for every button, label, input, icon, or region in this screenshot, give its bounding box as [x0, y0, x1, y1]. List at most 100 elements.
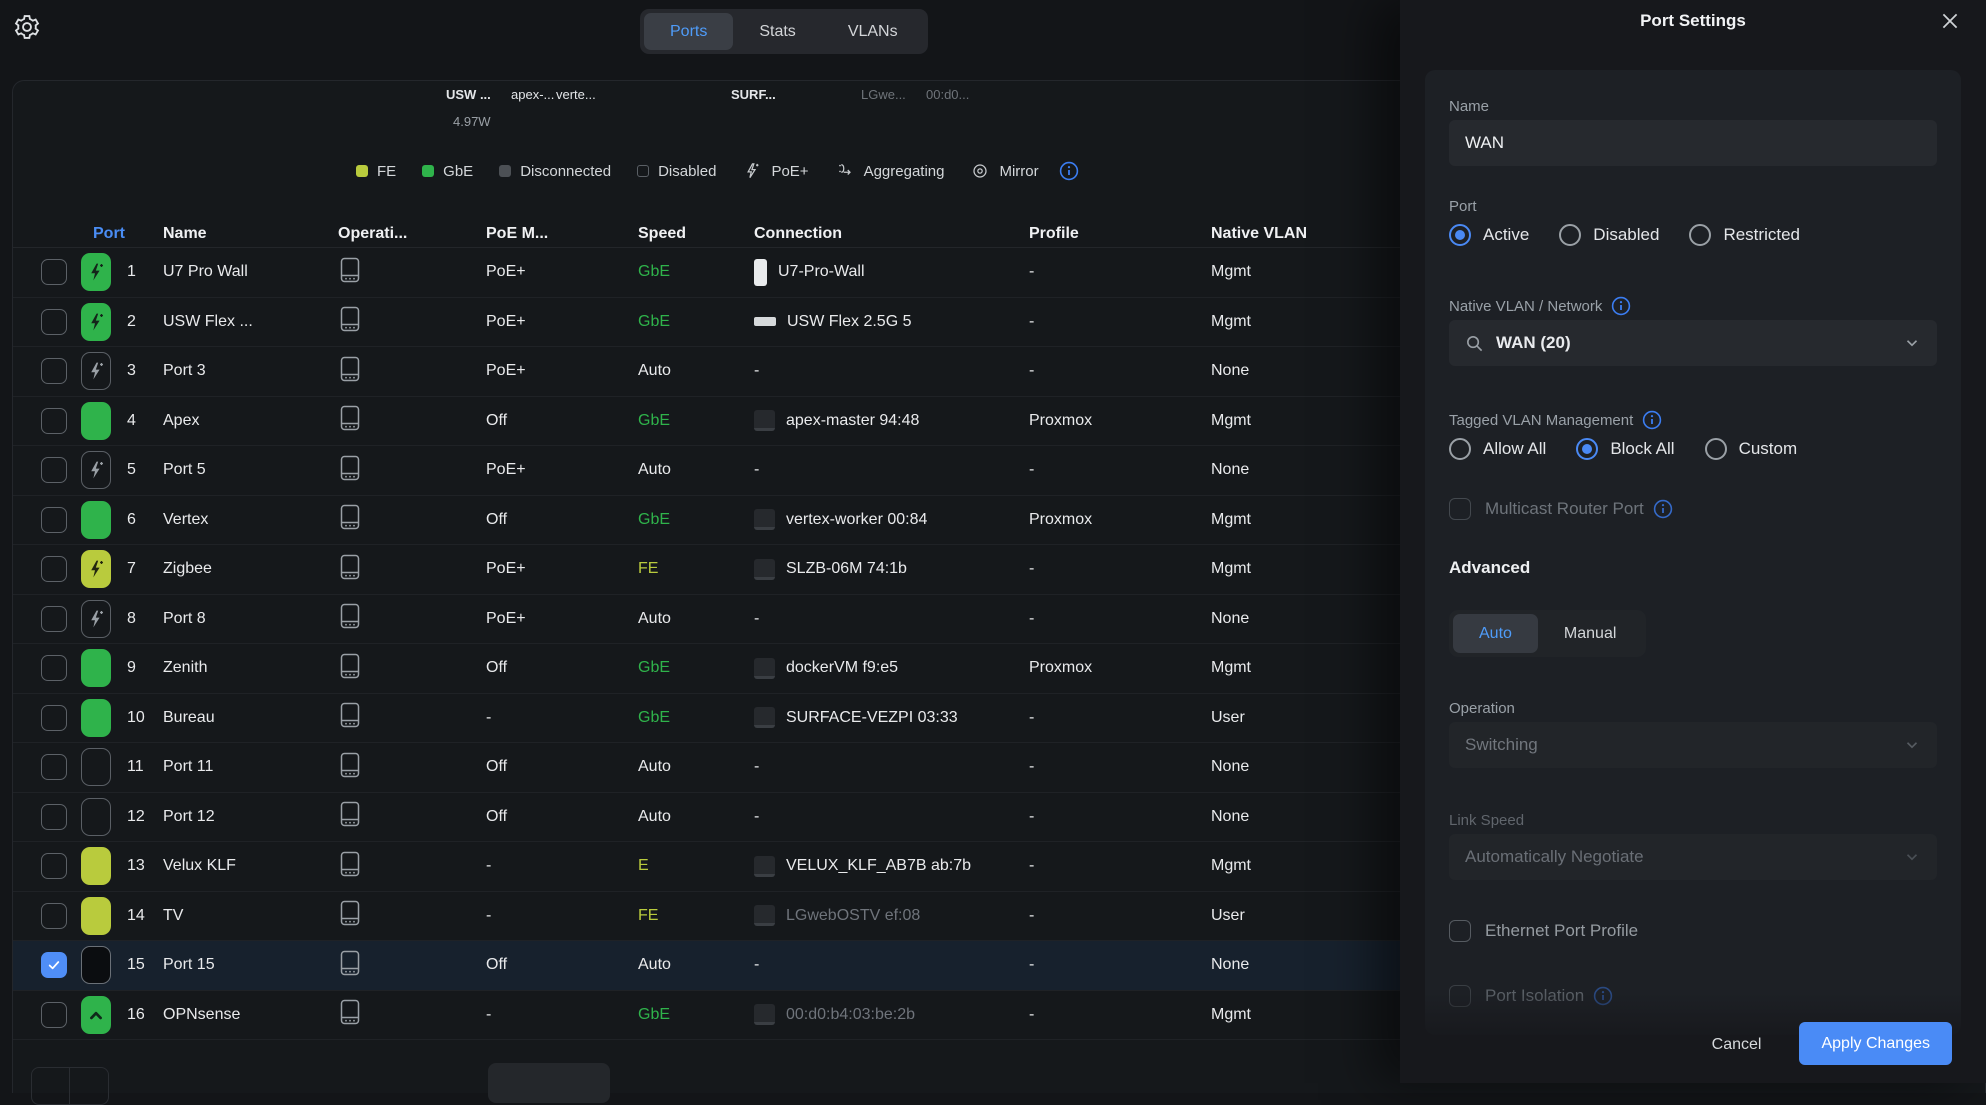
profile-value: -: [1029, 313, 1211, 331]
name-label: Name: [1449, 98, 1489, 115]
port-number: 13: [127, 857, 163, 875]
row-checkbox[interactable]: [41, 1002, 67, 1028]
row-checkbox[interactable]: [41, 952, 67, 978]
row-checkbox[interactable]: [41, 655, 67, 681]
poe-bolt-icon: [742, 161, 762, 181]
native-vlan-select[interactable]: WAN (20): [1449, 320, 1937, 366]
connection-cell: USW Flex 2.5G 5: [754, 313, 1029, 331]
radio-dot: [1449, 224, 1471, 246]
row-checkbox[interactable]: [41, 259, 67, 285]
row-checkbox[interactable]: [41, 705, 67, 731]
row-checkbox[interactable]: [41, 606, 67, 632]
switch-device-icon: [338, 602, 362, 630]
mode-auto[interactable]: Auto: [1453, 614, 1538, 653]
radio-label: Block All: [1610, 439, 1674, 459]
info-icon[interactable]: [1611, 296, 1631, 316]
column-header-port[interactable]: Port: [81, 225, 163, 243]
multicast-router-port-checkbox[interactable]: Multicast Router Port: [1449, 498, 1673, 520]
connected-device-icon: [754, 905, 775, 926]
column-header-connection[interactable]: Connection: [754, 225, 1029, 243]
port-status-icon: [81, 402, 111, 440]
device-label: SURF...: [731, 87, 776, 102]
legend-label: PoE+: [771, 163, 808, 180]
row-checkbox[interactable]: [41, 358, 67, 384]
legend-swatch-outline: [637, 165, 649, 177]
radio-disabled[interactable]: Disabled: [1559, 224, 1659, 246]
radio-label: Restricted: [1723, 225, 1800, 245]
column-header-poe-mode[interactable]: PoE M...: [486, 225, 638, 243]
gear-icon: [13, 13, 41, 41]
legend-item-disconnected: Disconnected: [499, 163, 611, 180]
port-status-icon: [81, 847, 111, 885]
poe-mode-value: Off: [486, 758, 638, 776]
port-number: 5: [127, 461, 163, 479]
connected-device-icon: [754, 559, 775, 580]
port-status-icon: [81, 996, 111, 1034]
legend-item-poe+: PoE+: [742, 161, 808, 181]
row-checkbox[interactable]: [41, 408, 67, 434]
row-checkbox[interactable]: [41, 804, 67, 830]
radio-restricted[interactable]: Restricted: [1689, 224, 1800, 246]
radio-allow-all[interactable]: Allow All: [1449, 438, 1546, 460]
port-name-input[interactable]: [1449, 120, 1937, 166]
legend-item-fe: FE: [356, 163, 396, 180]
column-header-operation[interactable]: Operati...: [338, 225, 486, 243]
legend-item-aggregating: Aggregating: [835, 161, 945, 181]
legend-label: Aggregating: [864, 163, 945, 180]
switch-device-icon: [338, 701, 362, 729]
pagination-next-button[interactable]: [70, 1067, 109, 1105]
poe-mode-value: Off: [486, 808, 638, 826]
radio-dot: [1705, 438, 1727, 460]
port-name: USW Flex ...: [163, 313, 338, 331]
profile-value: -: [1029, 1006, 1211, 1024]
mode-manual[interactable]: Manual: [1538, 614, 1642, 653]
column-header-name[interactable]: Name: [163, 225, 338, 243]
radio-block-all[interactable]: Block All: [1576, 438, 1674, 460]
apply-changes-button[interactable]: Apply Changes: [1799, 1022, 1952, 1065]
tab-vlans[interactable]: VLANs: [822, 13, 924, 50]
port-status-icon: [81, 748, 111, 786]
checkbox: [1449, 498, 1471, 520]
port-legend: FEGbEDisconnectedDisabledPoE+Aggregating…: [356, 157, 1079, 185]
close-icon[interactable]: [1938, 10, 1962, 34]
row-checkbox[interactable]: [41, 903, 67, 929]
poe-mode-value: PoE+: [486, 610, 638, 628]
radio-dot: [1559, 224, 1581, 246]
cancel-button[interactable]: Cancel: [1712, 1036, 1762, 1065]
pagination-size-button[interactable]: [488, 1063, 610, 1103]
port-speed-value: GbE: [638, 511, 754, 529]
profile-value: -: [1029, 461, 1211, 479]
row-checkbox[interactable]: [41, 457, 67, 483]
pagination-prev-button[interactable]: [31, 1067, 70, 1105]
switch-device-icon: [338, 652, 362, 680]
tab-stats[interactable]: Stats: [733, 13, 821, 50]
tab-ports[interactable]: Ports: [644, 13, 733, 50]
connection-name: -: [754, 610, 759, 628]
operation-select[interactable]: Switching: [1449, 722, 1937, 768]
settings-gear-icon[interactable]: [13, 13, 41, 41]
row-checkbox[interactable]: [41, 507, 67, 533]
row-checkbox[interactable]: [41, 853, 67, 879]
legend-label: Disabled: [658, 163, 716, 180]
native-vlan-label: Native VLAN / Network: [1449, 296, 1631, 316]
connection-name: -: [754, 808, 759, 826]
row-checkbox[interactable]: [41, 309, 67, 335]
port-number: 6: [127, 511, 163, 529]
aggregating-icon: [835, 161, 855, 181]
ethernet-profile-label: Ethernet Port Profile: [1485, 921, 1638, 941]
column-header-speed[interactable]: Speed: [638, 225, 754, 243]
radio-custom[interactable]: Custom: [1705, 438, 1798, 460]
link-speed-select[interactable]: Automatically Negotiate: [1449, 834, 1937, 880]
switch-device-icon: [338, 503, 362, 531]
row-checkbox[interactable]: [41, 754, 67, 780]
radio-active[interactable]: Active: [1449, 224, 1529, 246]
info-icon[interactable]: [1653, 499, 1673, 519]
ethernet-port-profile-checkbox[interactable]: Ethernet Port Profile: [1449, 920, 1638, 942]
legend-info-icon[interactable]: [1059, 161, 1079, 181]
port-speed-value: FE: [638, 907, 754, 925]
column-header-profile[interactable]: Profile: [1029, 225, 1211, 243]
row-checkbox[interactable]: [41, 556, 67, 582]
port-number: 4: [127, 412, 163, 430]
profile-value: -: [1029, 857, 1211, 875]
info-icon[interactable]: [1642, 410, 1662, 430]
